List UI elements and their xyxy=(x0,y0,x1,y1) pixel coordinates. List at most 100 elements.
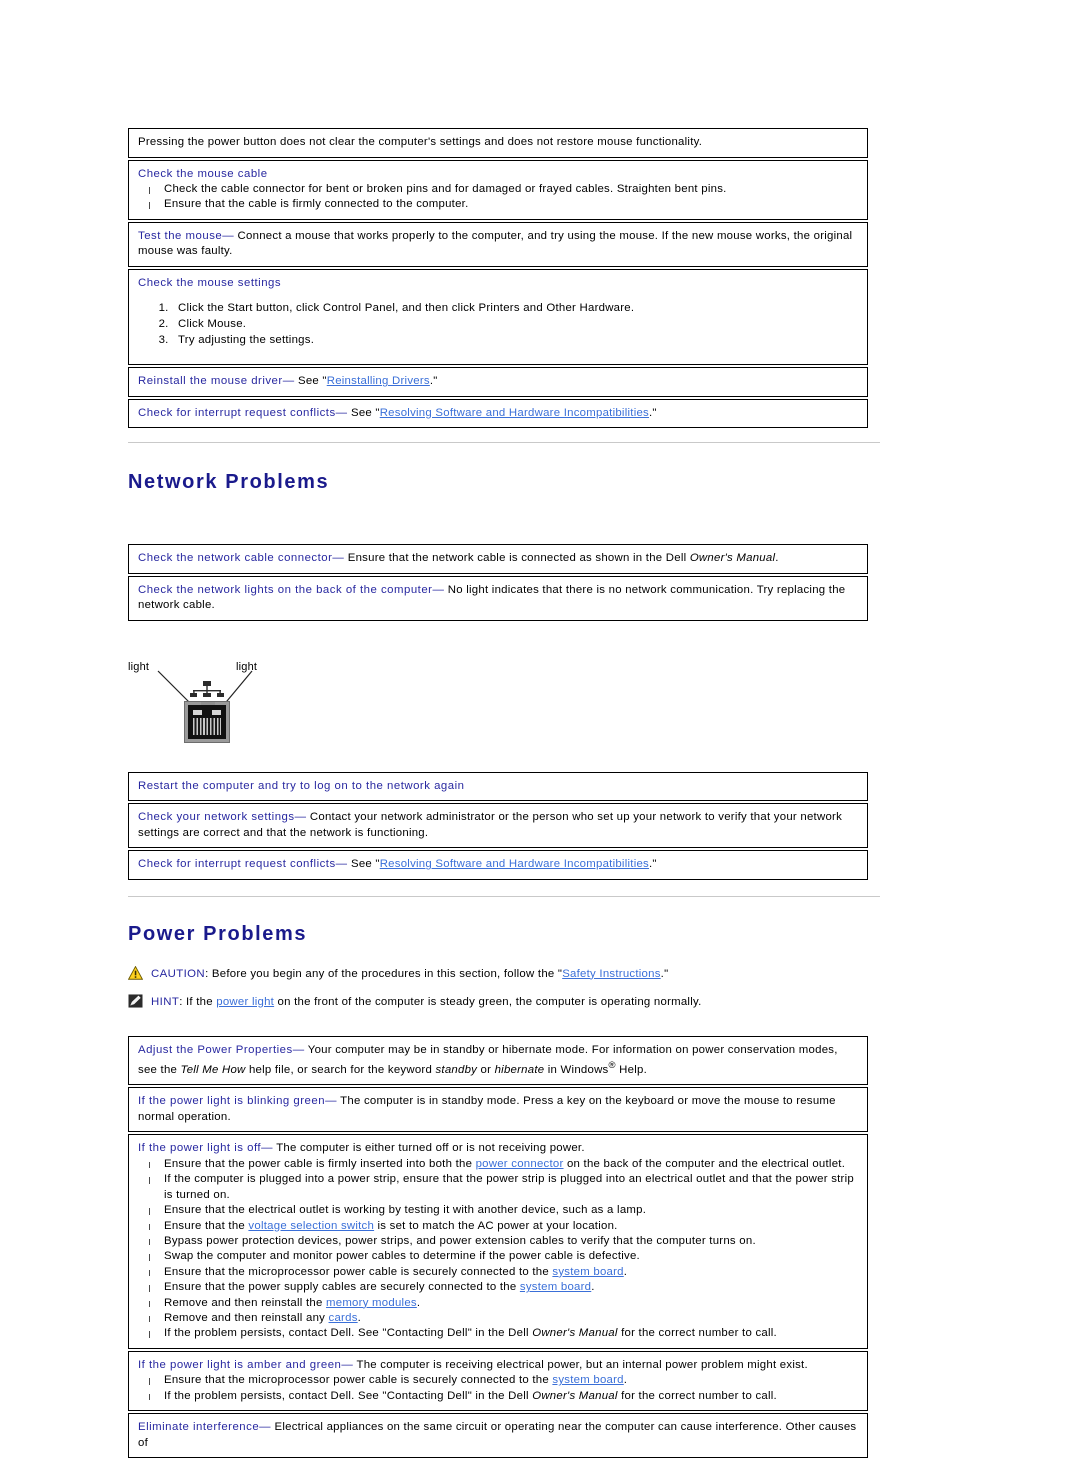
safety-instructions-link[interactable]: Safety Instructions xyxy=(562,968,660,980)
row-label: Check your network settings xyxy=(138,811,295,824)
network-connector-figure: light light xyxy=(128,653,328,758)
row-label: Test the mouse xyxy=(138,229,223,242)
row-label: Check for interrupt request conflicts xyxy=(138,406,336,419)
system-board-link[interactable]: system board xyxy=(552,1374,623,1386)
hint-post: on the front of the computer is steady g… xyxy=(274,995,702,1008)
reinstalling-drivers-link[interactable]: Reinstalling Drivers xyxy=(327,375,430,387)
list-item: If the computer is plugged into a power … xyxy=(138,1172,859,1203)
power-amber-green-bullets: Ensure that the microprocessor power cab… xyxy=(138,1373,859,1404)
row-body-end: ." xyxy=(649,406,657,419)
bullet-pre: Ensure that the microprocessor power cab… xyxy=(164,1265,553,1278)
network-problems-table-bottom: Restart the computer and try to log on t… xyxy=(128,771,868,880)
em-dash: — xyxy=(341,1358,354,1371)
em-dash: — xyxy=(294,811,307,824)
caution-text: CAUTION: Before you begin any of the pro… xyxy=(151,966,668,982)
bullet-post: . xyxy=(357,1311,362,1324)
table-row: Pressing the power button does not clear… xyxy=(128,128,868,158)
list-item: Bypass power protection devices, power s… xyxy=(138,1234,859,1249)
list-item: Ensure that the power cable is firmly in… xyxy=(138,1157,859,1172)
row-body: See " xyxy=(347,858,380,871)
em-dash: — xyxy=(259,1421,272,1434)
row-body-end: ." xyxy=(649,858,657,871)
list-item: If the problem persists, contact Dell. S… xyxy=(138,1326,859,1341)
bullet-post: is set to match the AC power at your loc… xyxy=(374,1219,618,1232)
power-connector-link[interactable]: power connector xyxy=(476,1158,564,1170)
row-label: Restart the computer and try to log on t… xyxy=(138,779,465,792)
table-row: If the power light is blinking green— Th… xyxy=(128,1087,868,1133)
voltage-selection-switch-link[interactable]: voltage selection switch xyxy=(248,1220,374,1232)
row-label: Adjust the Power Properties xyxy=(138,1043,293,1056)
row-body: The computer is either turned off or is … xyxy=(272,1142,585,1155)
owners-manual-italic: Owner's Manual xyxy=(532,1389,618,1402)
standby-italic: standby xyxy=(435,1063,478,1076)
em-dash: — xyxy=(292,1043,305,1056)
row-label: Check the mouse settings xyxy=(138,276,282,289)
row-heading: If the power light is amber and green— T… xyxy=(138,1358,859,1374)
row-body-end: ." xyxy=(429,375,438,388)
table-row: If the power light is off— The computer … xyxy=(128,1134,868,1349)
memory-modules-link[interactable]: memory modules xyxy=(326,1297,417,1309)
list-item: Ensure that the voltage selection switch… xyxy=(138,1219,859,1234)
caution-notice: CAUTION: Before you begin any of the pro… xyxy=(128,965,880,982)
table-row: Adjust the Power Properties— Your comput… xyxy=(128,1035,868,1086)
table-row: If the power light is amber and green— T… xyxy=(128,1350,868,1412)
row-body: Ensure that the network cable is connect… xyxy=(344,552,690,565)
table-row: Reinstall the mouse driver— See "Reinsta… xyxy=(128,367,868,397)
table-row: Check your network settings— Contact you… xyxy=(128,803,868,849)
jack-led-left xyxy=(193,709,202,715)
page-content: Pressing the power button does not clear… xyxy=(128,128,880,1458)
row-body: See " xyxy=(294,375,327,388)
bullet-pre: Bypass power protection devices, power s… xyxy=(164,1234,756,1247)
em-dash: — xyxy=(282,375,295,388)
intro-text: Pressing the power button does not clear… xyxy=(138,136,703,148)
jack-pins xyxy=(193,717,221,735)
resolving-incompatibilities-link[interactable]: Resolving Software and Hardware Incompat… xyxy=(380,858,649,870)
table-row: Check for interrupt request conflicts— S… xyxy=(128,398,868,429)
hint-label: HINT xyxy=(151,995,180,1008)
page-title-power: Power Problems xyxy=(128,922,308,945)
em-dash: — xyxy=(332,552,345,565)
system-board-link[interactable]: system board xyxy=(520,1281,591,1293)
row-label: Check for interrupt request conflicts xyxy=(138,858,336,871)
resolving-incompatibilities-link[interactable]: Resolving Software and Hardware Incompat… xyxy=(380,407,649,419)
row-body-end: . xyxy=(775,552,779,565)
table-row: Check the network lights on the back of … xyxy=(128,575,868,621)
cards-link[interactable]: cards xyxy=(329,1312,358,1324)
power-light-off-bullets: Ensure that the power cable is firmly in… xyxy=(138,1157,859,1342)
bullet-post: for the correct number to call. xyxy=(617,1327,777,1340)
bullet-post: for the correct number to call. xyxy=(617,1389,777,1402)
power-light-link[interactable]: power light xyxy=(216,996,274,1008)
list-item: Ensure that the power supply cables are … xyxy=(138,1280,859,1295)
check-cable-bullets: Check the cable connector for bent or br… xyxy=(138,182,859,213)
row-heading: If the power light is off— The computer … xyxy=(138,1141,859,1157)
hint-text: HINT: If the power light on the front of… xyxy=(151,994,702,1010)
list-item: Click the Start button, click Control Pa… xyxy=(172,301,859,317)
network-problems-table-top: Check the network cable connector— Ensur… xyxy=(128,544,868,621)
table-row: Check the mouse cable Check the cable co… xyxy=(128,159,868,220)
hint-notice: HINT: If the power light on the front of… xyxy=(128,994,880,1010)
row-label: Check the network lights on the back of … xyxy=(138,583,433,596)
list-item: Click Mouse. xyxy=(172,317,859,333)
bullet-pre: Swap the computer and monitor power cabl… xyxy=(164,1250,640,1263)
bullet-post: . xyxy=(623,1265,628,1278)
row-label: If the power light is blinking green xyxy=(138,1095,326,1108)
bullet-pre: Ensure that the power supply cables are … xyxy=(164,1281,520,1294)
owners-manual-italic: Owner's Manual xyxy=(532,1327,618,1340)
list-item: Swap the computer and monitor power cabl… xyxy=(138,1249,859,1264)
tell-me-how-italic: Tell Me How xyxy=(180,1063,246,1076)
table-row: Check the network cable connector— Ensur… xyxy=(128,544,868,574)
row-body: The computer is receiving electrical pow… xyxy=(353,1358,808,1371)
bullet-pre: Remove and then reinstall the xyxy=(164,1296,326,1309)
row-body: See " xyxy=(347,406,380,419)
em-dash: — xyxy=(325,1095,337,1108)
list-item: Remove and then reinstall any cards. xyxy=(138,1311,859,1326)
bullet-pre: If the problem persists, contact Dell. S… xyxy=(164,1327,533,1340)
document-page: Pressing the power button does not clear… xyxy=(0,0,1080,1458)
row-body-end: Help. xyxy=(615,1063,648,1076)
table-row: Restart the computer and try to log on t… xyxy=(128,771,868,802)
row-body: in Windows xyxy=(544,1063,609,1076)
hint-icon xyxy=(128,994,143,1008)
bullet-post: on the back of the computer and the elec… xyxy=(563,1157,846,1170)
system-board-link[interactable]: system board xyxy=(552,1266,623,1278)
caution-post: ." xyxy=(660,967,669,980)
